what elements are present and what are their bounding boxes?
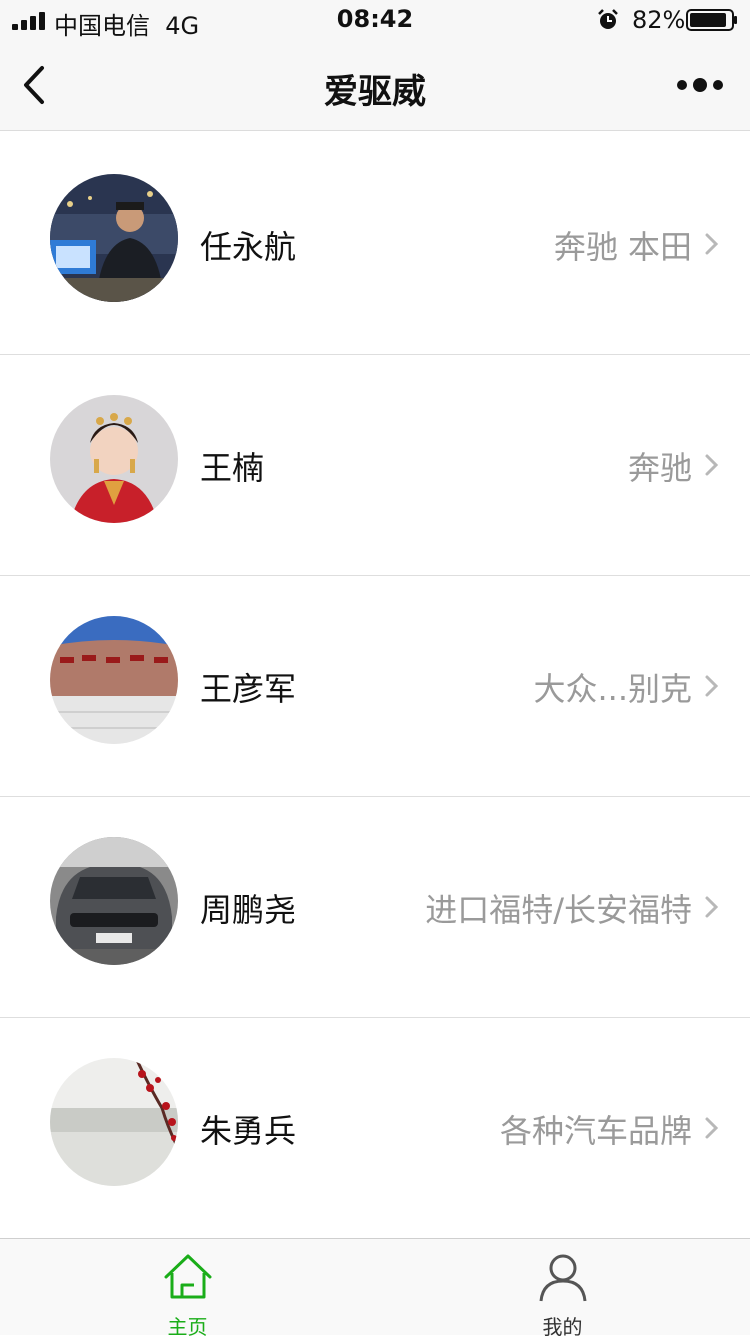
tab-home[interactable]: 主页 xyxy=(0,1239,375,1339)
chevron-right-icon xyxy=(705,233,719,255)
dealer-list: 任永航 奔驰 本田 王楠 奔驰 王彦军 大众...别克 周鹏尧 进口福特/长安福… xyxy=(0,134,750,1239)
battery-percent: 82% xyxy=(632,6,686,34)
user-icon xyxy=(539,1254,587,1302)
tab-mine[interactable]: 我的 xyxy=(375,1239,750,1339)
avatar xyxy=(50,837,178,965)
avatar xyxy=(50,1058,178,1186)
dealer-brands: 奔驰 xyxy=(627,449,692,487)
page-title: 爱驱威 xyxy=(324,72,426,112)
avatar xyxy=(50,395,178,523)
dealer-name: 王楠 xyxy=(200,449,265,487)
dealer-brands: 大众...别克 xyxy=(533,670,692,708)
chevron-right-icon xyxy=(705,675,719,697)
tab-home-label: 主页 xyxy=(167,1315,208,1339)
list-item[interactable]: 周鹏尧 进口福特/长安福特 xyxy=(0,797,750,1018)
battery-icon xyxy=(686,9,737,31)
list-item[interactable]: 任永航 奔驰 本田 xyxy=(0,134,750,355)
dealer-brands: 进口福特/长安福特 xyxy=(425,891,692,929)
dealer-brands: 奔驰 本田 xyxy=(553,228,692,266)
tab-mine-label: 我的 xyxy=(542,1315,583,1339)
chevron-right-icon xyxy=(705,1117,719,1139)
chevron-right-icon xyxy=(705,896,719,918)
list-item[interactable]: 王彦军 大众...别克 xyxy=(0,576,750,797)
home-icon xyxy=(164,1254,212,1299)
avatar xyxy=(50,174,178,302)
dealer-brands: 各种汽车品牌 xyxy=(499,1112,692,1150)
avatar xyxy=(50,616,178,744)
list-item[interactable]: 朱勇兵 各种汽车品牌 xyxy=(0,1018,750,1239)
alarm-icon xyxy=(598,9,618,29)
dealer-name: 周鹏尧 xyxy=(200,891,297,929)
dealer-name: 任永航 xyxy=(200,228,297,266)
dealer-name: 王彦军 xyxy=(200,670,297,708)
nav-bar: 爱驱威 xyxy=(0,40,750,131)
dealer-name: 朱勇兵 xyxy=(200,1112,297,1150)
list-item[interactable]: 王楠 奔驰 xyxy=(0,355,750,576)
chevron-right-icon xyxy=(705,454,719,476)
tab-bar: 主页 我的 xyxy=(0,1238,750,1339)
status-bar: 中国电信 4G 08:42 82% xyxy=(0,0,750,40)
more-dots-icon[interactable] xyxy=(676,76,724,94)
